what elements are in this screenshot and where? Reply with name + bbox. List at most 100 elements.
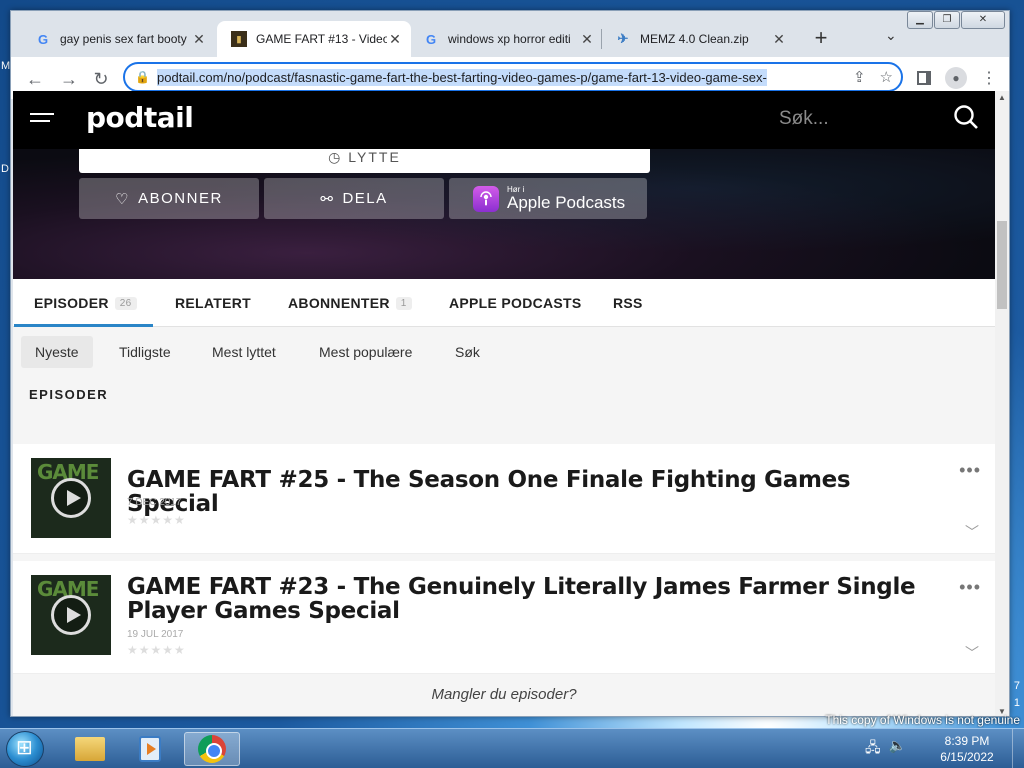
folder-icon (75, 737, 105, 761)
profile-icon[interactable]: ● (945, 67, 967, 89)
tab-title: gay penis sex fart booty (60, 32, 187, 46)
minimize-button[interactable]: ▁ (907, 11, 933, 29)
desktop-icon-label[interactable]: M (1, 60, 10, 72)
taskbar-media-player[interactable] (122, 732, 178, 766)
close-icon[interactable]: ✕ (771, 31, 787, 48)
scroll-thumb[interactable] (997, 221, 1007, 309)
tab-related[interactable]: RELATERT (175, 279, 251, 327)
episode-item[interactable]: GAME GAME FART #25 - The Season One Fina… (13, 444, 995, 554)
count-badge: 26 (114, 296, 137, 310)
share-icon[interactable]: ⇪ (853, 68, 866, 86)
rating-stars[interactable]: ★★★★★ (127, 643, 186, 657)
desktop-icon-label[interactable]: D (1, 163, 9, 175)
podcast-tabs: EPISODER 26 RELATERT ABONNENTER 1 APPLE PO… (13, 279, 995, 327)
play-icon[interactable] (51, 595, 91, 635)
close-icon[interactable]: ✕ (579, 31, 595, 48)
search-input[interactable]: Søk... (779, 108, 829, 130)
kebab-menu-icon[interactable]: ⋮ (981, 68, 997, 88)
tab-title: MEMZ 4.0 Clean.zip (640, 32, 749, 46)
start-button[interactable] (6, 731, 44, 767)
episode-thumbnail[interactable]: GAME (31, 458, 111, 538)
browser-tab[interactable]: G windows xp horror editi ✕ (409, 21, 603, 57)
scroll-up-icon[interactable]: ▲ (998, 93, 1006, 102)
taskbar-explorer[interactable] (62, 732, 118, 766)
taskbar: 🖧 🔈 8:39 PM 6/15/2022 (0, 728, 1024, 768)
lock-icon[interactable]: 🔒 (135, 70, 157, 84)
filter-newest[interactable]: Nyeste (21, 336, 93, 368)
browser-tab[interactable]: G gay penis sex fart booty ✕ (21, 21, 215, 57)
podcast-favicon: ▮ (231, 31, 247, 47)
tab-title: GAME FART #13 - Video (256, 32, 387, 46)
clock[interactable]: 8:39 PM 6/15/2022 (932, 733, 1002, 765)
tab-apple-podcasts[interactable]: APPLE PODCASTS (449, 279, 582, 327)
tab-title: windows xp horror editi (448, 32, 571, 46)
tab-search-chevron-icon[interactable]: ⌄ (885, 27, 897, 44)
maximize-button[interactable]: ❐ (934, 11, 960, 29)
site-logo[interactable]: podtail (86, 101, 194, 134)
rating-stars[interactable]: ★★★★★ (127, 513, 186, 527)
window-controls: ▁ ❐ ✕ (906, 11, 1005, 29)
episode-item[interactable]: GAME GAME FART #23 - The Genuinely Liter… (13, 561, 995, 674)
play-circle-icon: ◷ (328, 149, 349, 165)
share-button[interactable]: ⚯ DELA (264, 178, 444, 219)
system-tray: 🖧 🔈 8:39 PM 6/15/2022 (865, 729, 1024, 768)
apple-podcasts-icon (473, 185, 499, 212)
browser-tab[interactable]: ✈ MEMZ 4.0 Clean.zip ✕ (601, 21, 795, 57)
bookmark-star-icon[interactable]: ☆ (880, 68, 893, 86)
taskbar-chrome[interactable] (184, 732, 240, 766)
chevron-down-icon[interactable]: ﹀ (965, 643, 979, 663)
site-header: podtail Søk... (13, 91, 995, 149)
close-icon[interactable]: ✕ (191, 31, 207, 48)
more-options-icon[interactable]: ••• (959, 577, 981, 598)
filter-most-listened[interactable]: Mest lyttet (198, 336, 290, 368)
episode-filters: Nyeste Tidligste Mest lyttet Mest populæ… (13, 328, 995, 378)
hamburger-menu-icon[interactable] (30, 113, 54, 127)
url-text[interactable]: podtail.com/no/podcast/fasnastic-game-fa… (157, 68, 767, 86)
side-panel-icon[interactable] (917, 71, 931, 85)
google-icon: G (37, 31, 49, 47)
browser-tab-active[interactable]: ▮ GAME FART #13 - Video ✕ (217, 21, 411, 57)
forward-arrow-icon[interactable]: → (59, 69, 79, 90)
chrome-icon (198, 735, 226, 763)
google-icon: G (425, 31, 437, 47)
chevron-down-icon[interactable]: ﹀ (965, 522, 979, 542)
desktop-text: 7 (1013, 680, 1020, 692)
listen-button[interactable]: ◷ LYTTE (79, 149, 650, 173)
new-tab-button[interactable]: + (807, 25, 835, 53)
tab-subscribers[interactable]: ABONNENTER 1 (288, 279, 412, 327)
tab-strip: G gay penis sex fart booty ✕ ▮ GAME FART… (11, 11, 1009, 57)
volume-icon[interactable]: 🔈 (889, 737, 906, 761)
episode-date: 7 DEC 2017 (127, 497, 182, 508)
back-arrow-icon[interactable]: ← (25, 69, 45, 90)
apple-podcasts-button[interactable]: Hør i Apple Podcasts (449, 178, 647, 219)
episode-thumbnail[interactable]: GAME (31, 575, 111, 655)
heart-icon: ♡ (115, 190, 131, 208)
page-scrollbar[interactable]: ▲ ▼ (995, 91, 1009, 716)
browser-window: G gay penis sex fart booty ✕ ▮ GAME FART… (10, 10, 1010, 717)
filter-oldest[interactable]: Tidligste (105, 336, 185, 368)
network-icon[interactable]: 🖧 (865, 737, 881, 761)
subscribe-button[interactable]: ♡ ABONNER (79, 178, 259, 219)
tab-episodes[interactable]: EPISODER 26 (14, 279, 152, 327)
close-icon[interactable]: ✕ (387, 31, 403, 48)
desktop-text: 1 (1013, 697, 1020, 709)
episode-title[interactable]: GAME FART #25 - The Season One Finale Fi… (127, 468, 887, 516)
play-icon[interactable] (51, 478, 91, 518)
close-window-button[interactable]: ✕ (961, 11, 1005, 29)
zip-icon: ✈ (617, 31, 629, 46)
media-player-icon (139, 736, 161, 762)
address-bar[interactable]: 🔒 podtail.com/no/podcast/fasnastic-game-… (123, 62, 903, 92)
more-options-icon[interactable]: ••• (959, 460, 981, 481)
tab-rss[interactable]: RSS (613, 279, 643, 327)
missing-episodes-link[interactable]: Mangler du episoder? (13, 686, 995, 703)
windows-watermark: This copy of Windows is not genuine (825, 713, 1020, 727)
share-nodes-icon: ⚯ (320, 190, 335, 208)
show-desktop-button[interactable] (1012, 729, 1024, 768)
search-icon[interactable] (953, 104, 979, 130)
filter-search[interactable]: Søk (441, 336, 494, 368)
filter-most-popular[interactable]: Mest populære (305, 336, 426, 368)
count-badge: 1 (395, 296, 412, 310)
reload-icon[interactable]: ↻ (91, 69, 111, 90)
episode-title[interactable]: GAME FART #23 - The Genuinely Literally … (127, 575, 927, 623)
section-heading: EPISODER (29, 387, 109, 402)
